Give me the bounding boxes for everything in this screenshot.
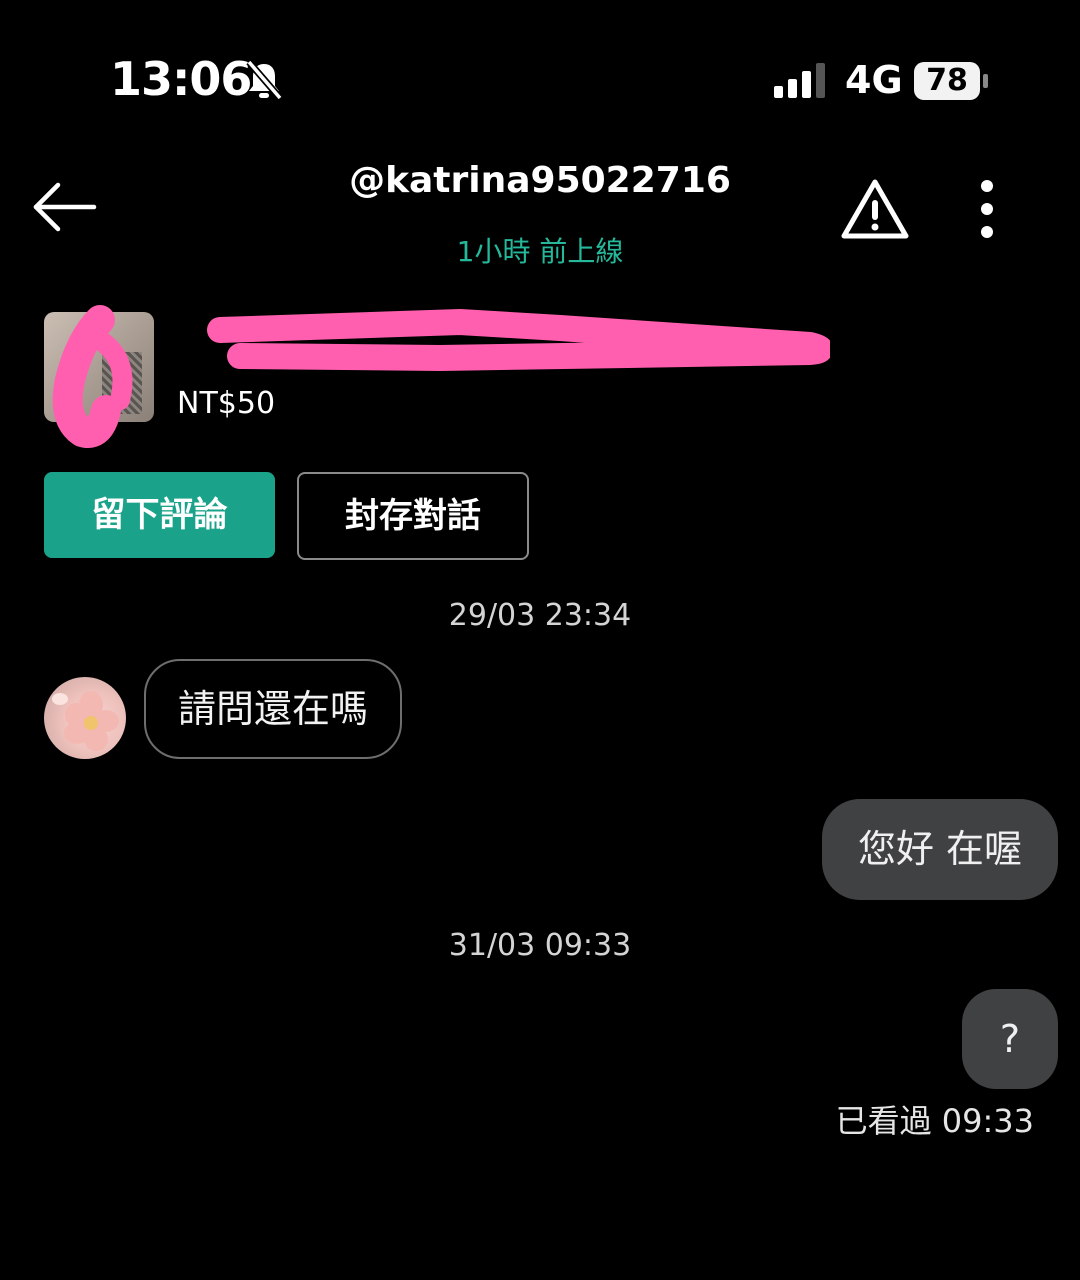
avatar[interactable] [44,677,126,759]
battery-level: 78 [914,62,980,100]
outgoing-message-bubble[interactable]: ? [962,989,1058,1089]
redaction-scribble [52,305,830,448]
battery-indicator: 78 [914,62,988,100]
warning-triangle-icon[interactable] [840,178,910,240]
leave-review-button[interactable]: 留下評論 [44,472,275,558]
signal-icon [774,63,825,98]
bell-off-icon [246,59,283,101]
online-status: 1小時 前上線 [456,235,624,268]
status-clock: 13:06 [110,52,252,106]
incoming-message-bubble[interactable]: 請問還在嗎 [144,659,403,759]
chat-timestamp: 31/03 09:33 [448,928,632,963]
more-vertical-icon[interactable] [972,178,1002,240]
network-type: 4G [845,58,903,102]
archive-chat-button[interactable]: 封存對話 [297,472,529,560]
flower-avatar-image [52,691,119,751]
chat-timestamp: 29/03 23:34 [448,598,632,633]
outgoing-message-bubble[interactable]: 您好 在喔 [822,799,1058,900]
chat-username[interactable]: @katrina95022716 [0,160,1080,201]
read-receipt: 已看過 09:33 [835,1102,1034,1140]
listing-price: NT$50 [177,386,276,421]
battery-nub [983,74,988,88]
